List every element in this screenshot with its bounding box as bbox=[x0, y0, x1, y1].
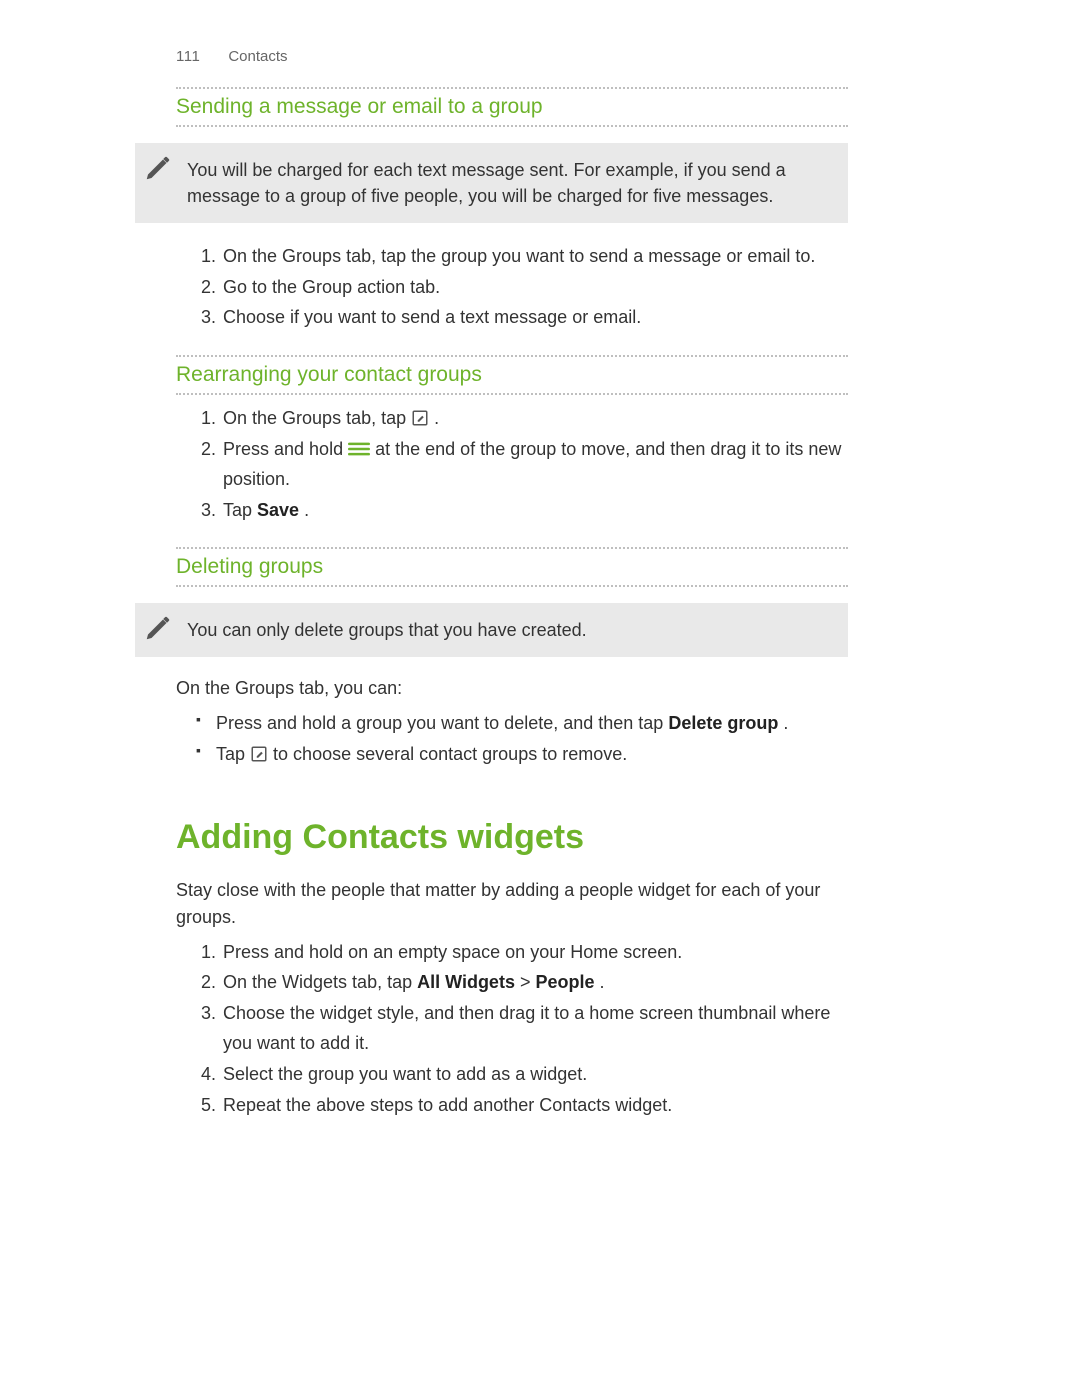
note-charges: You will be charged for each text messag… bbox=[135, 143, 848, 223]
note-text: You can only delete groups that you have… bbox=[187, 620, 587, 640]
page-number: 111 bbox=[176, 48, 200, 65]
bold-people: People bbox=[535, 972, 594, 992]
deleting-bullets: Press and hold a group you want to delet… bbox=[216, 708, 848, 769]
bold-delete-group: Delete group bbox=[668, 713, 778, 733]
step: Choose the widget style, and then drag i… bbox=[221, 998, 848, 1059]
subheading-sending: Sending a message or email to a group bbox=[176, 95, 848, 127]
rule bbox=[176, 87, 848, 89]
text: > bbox=[520, 972, 536, 992]
subheading-deleting: Deleting groups bbox=[176, 555, 848, 587]
text: . bbox=[434, 408, 439, 428]
edit-box-icon bbox=[250, 745, 268, 763]
pencil-icon bbox=[143, 613, 173, 643]
text: On the Groups tab, tap bbox=[223, 408, 411, 428]
steps-rearranging: On the Groups tab, tap . Press and hold … bbox=[195, 403, 848, 525]
text: On the Widgets tab, tap bbox=[223, 972, 417, 992]
text: Press and hold bbox=[223, 439, 348, 459]
steps-sending: On the Groups tab, tap the group you wan… bbox=[195, 241, 848, 333]
bullet: Tap to choose several contact groups to … bbox=[216, 739, 848, 770]
text: . bbox=[304, 500, 309, 520]
text: to choose several contact groups to remo… bbox=[273, 744, 627, 764]
note-text: You will be charged for each text messag… bbox=[187, 160, 786, 206]
deleting-intro: On the Groups tab, you can: bbox=[176, 675, 848, 702]
text: Tap bbox=[223, 500, 257, 520]
step: On the Groups tab, tap . bbox=[221, 403, 848, 434]
manual-page: 111 Contacts Sending a message or email … bbox=[0, 0, 1080, 1397]
rule bbox=[176, 355, 848, 357]
step: Tap Save . bbox=[221, 495, 848, 526]
step: Select the group you want to add as a wi… bbox=[221, 1059, 848, 1090]
note-delete-own: You can only delete groups that you have… bbox=[135, 603, 848, 657]
step: Press and hold on an empty space on your… bbox=[221, 937, 848, 968]
step: Repeat the above steps to add another Co… bbox=[221, 1090, 848, 1121]
step: On the Groups tab, tap the group you wan… bbox=[221, 241, 848, 272]
text: . bbox=[783, 713, 788, 733]
bold-all-widgets: All Widgets bbox=[417, 972, 515, 992]
heading-adding-widgets: Adding Contacts widgets bbox=[176, 818, 848, 857]
step: Choose if you want to send a text messag… bbox=[221, 302, 848, 333]
drag-handle-icon bbox=[348, 442, 370, 456]
step: Press and hold at the end of the group t… bbox=[221, 434, 848, 495]
rule bbox=[176, 547, 848, 549]
text: Tap bbox=[216, 744, 250, 764]
text: Press and hold a group you want to delet… bbox=[216, 713, 668, 733]
chapter-title: Contacts bbox=[228, 48, 287, 65]
steps-widgets: Press and hold on an empty space on your… bbox=[195, 937, 848, 1121]
step: Go to the Group action tab. bbox=[221, 272, 848, 303]
pencil-icon bbox=[143, 153, 173, 183]
page-header: 111 Contacts bbox=[176, 48, 1080, 65]
text: . bbox=[600, 972, 605, 992]
bold-save: Save bbox=[257, 500, 299, 520]
subheading-rearranging: Rearranging your contact groups bbox=[176, 363, 848, 395]
step: On the Widgets tab, tap All Widgets > Pe… bbox=[221, 967, 848, 998]
edit-box-icon bbox=[411, 409, 429, 427]
widgets-intro: Stay close with the people that matter b… bbox=[176, 877, 848, 931]
bullet: Press and hold a group you want to delet… bbox=[216, 708, 848, 739]
